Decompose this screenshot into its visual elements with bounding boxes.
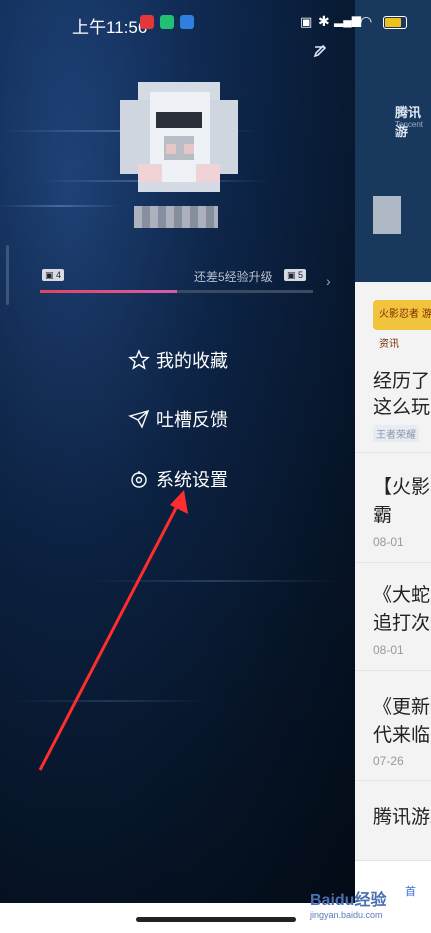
paper-plane-icon [128, 409, 150, 429]
exp-hint: 还差5经验升级 [194, 270, 273, 284]
level-next-badge: ▣ 5 [284, 269, 307, 281]
menu-settings-label: 系统设置 [156, 470, 228, 490]
exp-progress-fill [40, 290, 177, 293]
list-item-title[interactable]: 【火影忄 [373, 472, 431, 499]
decor-streak [10, 700, 210, 702]
menu-favorites-label: 我的收藏 [156, 351, 228, 371]
scroll-indicator [6, 245, 9, 305]
nfc-icon: ▣ [300, 14, 313, 29]
chevron-right-icon[interactable]: › [326, 273, 331, 289]
wifi-icon: ◠ [360, 13, 373, 29]
app-notification-icon [140, 15, 154, 29]
peek-banner[interactable]: 火影忍者 游戏资讯 [373, 300, 431, 350]
divider [355, 670, 431, 671]
menu-feedback-label: 吐槽反馈 [156, 410, 228, 430]
list-item-title[interactable]: 代来临， [373, 720, 431, 747]
list-item-title[interactable]: 《更新首 [373, 692, 431, 719]
watermark-url: jingyan.baidu.com [310, 910, 383, 920]
decor-streak [0, 205, 120, 207]
level-current-badge: ▣ 4 [42, 269, 65, 281]
list-item-date: 08-01 [373, 643, 404, 657]
status-bar: 上午11:56 ▣ ✱ ▂▄▆ ◠ [0, 0, 431, 46]
avatar[interactable] [120, 82, 238, 192]
divider [355, 780, 431, 781]
nav-home-label[interactable]: 首 [405, 883, 416, 899]
list-item-tag: 王者荣耀 [373, 425, 419, 442]
list-item-title[interactable]: 霸 [373, 500, 392, 527]
list-item-title[interactable]: 经历了1 [373, 366, 431, 393]
watermark: Baidu经验 jingyan.baidu.com [310, 886, 386, 920]
peek-header-thumb [373, 196, 401, 234]
badge-icon: ▣ [45, 270, 57, 280]
divider [355, 562, 431, 563]
exp-progress-bar [40, 290, 313, 293]
menu-feedback[interactable]: 吐槽反馈 [128, 404, 228, 434]
badge-icon: ▣ [287, 270, 299, 280]
list-item-date: 07-26 [373, 754, 404, 768]
watermark-brand: Baidu经验 [310, 892, 387, 909]
list-item-title[interactable]: 追打次数 [373, 608, 431, 635]
menu-settings[interactable]: 系统设置 [128, 464, 228, 494]
signal-icon: ▂▄▆ [334, 13, 361, 27]
bluetooth-icon: ✱ [318, 13, 330, 29]
menu-favorites[interactable]: 我的收藏 [128, 345, 228, 375]
username [134, 206, 218, 228]
app-notification-icon [160, 15, 174, 29]
status-time: 上午11:56 [72, 18, 148, 37]
list-item-date: 08-01 [373, 535, 404, 549]
list-item-title[interactable]: 腾讯游戏 [373, 802, 431, 829]
app-notification-icon [180, 15, 194, 29]
list-item-title[interactable]: 《大蛇 [373, 580, 430, 607]
list-item-title[interactable]: 这么玩， [373, 392, 431, 419]
level-current-value: 4 [56, 270, 62, 280]
peek-header-sub: Tencent G [395, 120, 424, 138]
decor-streak [90, 580, 340, 582]
level-next-value: 5 [298, 270, 304, 280]
star-icon [128, 349, 150, 370]
home-indicator[interactable] [136, 917, 296, 922]
divider [355, 452, 431, 453]
settings-icon [131, 471, 147, 488]
main-content-peek[interactable]: 腾讯游 Tencent G 火影忍者 游戏资讯 经历了1 这么玩， 王者荣耀 【… [355, 0, 431, 933]
battery-icon [383, 16, 407, 29]
edit-icon[interactable] [312, 44, 328, 60]
